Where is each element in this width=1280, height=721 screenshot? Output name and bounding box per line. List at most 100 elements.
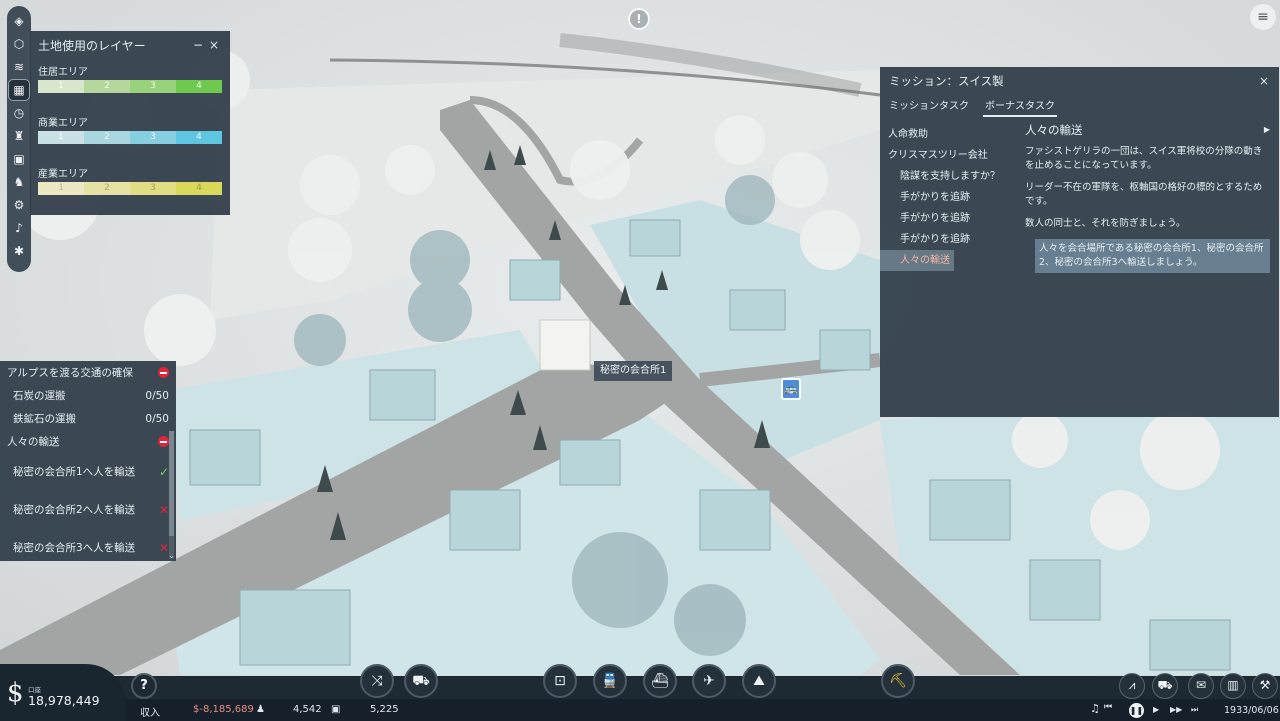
- notification-icon[interactable]: !: [628, 8, 650, 30]
- income-value[interactable]: $-8,185,689: [193, 704, 254, 715]
- task-item[interactable]: 人命救助: [888, 124, 1018, 145]
- layer-label: 産業エリア: [38, 169, 88, 180]
- objective-item[interactable]: 石炭の運搬 0/50: [0, 384, 176, 407]
- close-button[interactable]: ×: [206, 38, 222, 52]
- city-icon[interactable]: ▥: [1220, 673, 1246, 699]
- bus-stop-marker-icon[interactable]: 🚌: [781, 378, 801, 400]
- objective-progress: 0/50: [145, 389, 169, 402]
- messages-icon[interactable]: ✉: [1188, 673, 1214, 699]
- objective-label: 秘密の会合所3へ人を輸送: [13, 541, 136, 554]
- rewind-icon[interactable]: ⏮: [1104, 702, 1112, 712]
- objective-item[interactable]: 鉄鉱石の運搬 0/50: [0, 407, 176, 430]
- vehicle-route-icon[interactable]: ⛟: [404, 664, 438, 698]
- task-item[interactable]: 陰謀を支持しますか？: [888, 166, 1018, 187]
- population-icon[interactable]: ♜: [9, 126, 29, 146]
- routes-icon[interactable]: ⤨: [360, 664, 394, 698]
- mission-title: ミッション：スイス製: [889, 74, 1004, 88]
- detail-paragraph: リーダー不在の軍隊を、枢軸国の格好の標的とするためです。: [1025, 182, 1263, 207]
- waves-icon[interactable]: ≋: [9, 57, 29, 77]
- layers-icon[interactable]: ◈: [9, 11, 29, 31]
- minimize-button[interactable]: −: [190, 38, 206, 52]
- industrial-layer: 産業エリア 1 2 3 4: [38, 165, 222, 195]
- warning-icon: [158, 436, 169, 447]
- mission-tabs: ミッションタスク ボーナスタスク: [880, 89, 1279, 117]
- objectives-panel: アルプスを渡る交通の確保 石炭の運搬 0/50 鉄鉱石の運搬 0/50 人々の輸…: [0, 361, 176, 561]
- cargo-box-icon[interactable]: ▣: [9, 149, 29, 169]
- detail-paragraph: ファシストゲリラの一団は、スイス軍将校の分隊の動きを止めることになっています。: [1025, 146, 1263, 171]
- balance-display[interactable]: $ 口座 18,978,449: [0, 664, 126, 721]
- level-2: 2: [84, 80, 130, 93]
- left-toolbar: ◈ ⬡ ≋ ▦ ◷ ♜ ▣ ♞ ⚙ ♪ ✱: [7, 6, 31, 272]
- level-2: 2: [84, 182, 130, 195]
- scroll-down-icon[interactable]: ⌄: [168, 551, 175, 560]
- task-list: 人命救助 クリスマスツリー会社 陰謀を支持しますか？ 手がかりを追跡 手がかりを…: [880, 124, 1018, 271]
- fastest-icon[interactable]: ⏭: [1191, 705, 1198, 715]
- scroll-thumb[interactable]: [169, 431, 174, 536]
- task-item[interactable]: クリスマスツリー会社: [888, 145, 1018, 166]
- layer-label: 住居エリア: [38, 67, 88, 78]
- objective-group-title: 人々の輸送: [7, 436, 60, 448]
- tab-mission-tasks[interactable]: ミッションタスク: [889, 97, 969, 117]
- check-icon: ✓: [158, 464, 169, 479]
- objectives-scrollbar[interactable]: [169, 431, 174, 559]
- train-icon[interactable]: 🚆: [593, 664, 627, 698]
- objective-progress: 0/50: [145, 412, 169, 425]
- play-icon[interactable]: ▶: [1153, 705, 1159, 714]
- objective-label: 鉄鉱石の運搬: [13, 413, 76, 425]
- bulldozer-icon[interactable]: ⛏: [881, 664, 915, 698]
- help-button[interactable]: ?: [131, 673, 157, 699]
- level-4: 4: [176, 80, 222, 93]
- land-use-layer-panel: 土地使用のレイヤー − × 住居エリア 1 2 3 4 商業エリア 1 2 3 …: [30, 31, 230, 215]
- terrain-icon[interactable]: ⛰: [742, 664, 776, 698]
- detail-title: 人々の輸送: [1025, 123, 1083, 137]
- task-item[interactable]: 手がかりを追跡: [888, 187, 1018, 208]
- vehicles-list-icon[interactable]: ⛟: [1152, 673, 1178, 699]
- mission-panel: ミッション：スイス製 × ミッションタスク ボーナスタスク 人命救助 クリスマス…: [880, 67, 1279, 417]
- cargo-icon: ▣: [331, 704, 341, 715]
- cross-icon: ✕: [158, 502, 169, 517]
- task-item[interactable]: 手がかりを追跡: [888, 208, 1018, 229]
- detail-paragraph: 数人の同士と、それを防ぎましょう。: [1025, 218, 1186, 229]
- production-icon[interactable]: ⚙: [9, 195, 29, 215]
- clock-icon[interactable]: ◷: [9, 103, 29, 123]
- layer-level-bar: 1 2 3 4: [38, 131, 222, 144]
- level-2: 2: [84, 131, 130, 144]
- objective-label: 石炭の運搬: [13, 390, 66, 402]
- cargo-value[interactable]: 5,225: [370, 704, 399, 715]
- main-menu-button[interactable]: ≡: [1250, 4, 1276, 30]
- objective-item[interactable]: 秘密の会合所3へ人を輸送 ✕: [0, 529, 176, 561]
- warning-icon: [158, 367, 169, 378]
- fast-forward-icon[interactable]: ▶▶: [1170, 705, 1182, 714]
- population-value[interactable]: 4,542: [293, 704, 322, 715]
- task-item-selected[interactable]: 人々の輸送: [880, 250, 954, 271]
- objective-group[interactable]: 人々の輸送: [0, 430, 176, 453]
- audio-icon[interactable]: ♪: [9, 218, 29, 238]
- level-3: 3: [130, 80, 176, 93]
- expand-icon[interactable]: ▶: [1264, 123, 1270, 137]
- layer-label: 商業エリア: [38, 118, 88, 129]
- layer-level-bar: 1 2 3 4: [38, 80, 222, 93]
- close-button[interactable]: ×: [1259, 69, 1279, 88]
- vehicles-icon[interactable]: ♞: [9, 172, 29, 192]
- airplane-icon[interactable]: ✈: [692, 664, 726, 698]
- land-use-icon[interactable]: ⬡: [9, 34, 29, 54]
- dollar-icon: $: [7, 678, 24, 708]
- objective-item[interactable]: 秘密の会合所2へ人を輸送 ✕: [0, 491, 176, 529]
- task-item[interactable]: 手がかりを追跡: [888, 229, 1018, 250]
- settings-icon[interactable]: ✱: [9, 241, 29, 261]
- population-icon: ♟: [256, 704, 265, 715]
- ship-icon[interactable]: ⛴: [643, 664, 677, 698]
- terrain-tool-icon[interactable]: ⩘: [1119, 673, 1145, 699]
- objective-group[interactable]: アルプスを渡る交通の確保: [0, 361, 176, 384]
- detail-objective: 人々を会合場所である秘密の会合所1、秘密の会合所2、秘密の会合所3へ輸送しましょ…: [1035, 239, 1270, 273]
- rail-icon[interactable]: ⊡: [543, 664, 577, 698]
- tab-bonus-tasks[interactable]: ボーナスタスク: [983, 97, 1057, 117]
- balance-value: 18,978,449: [28, 693, 100, 708]
- music-icon[interactable]: ♫: [1090, 702, 1100, 715]
- objective-item[interactable]: 秘密の会合所1へ人を輸送 ✓: [0, 453, 176, 491]
- meeting-point-label[interactable]: 秘密の会合所1: [594, 361, 673, 381]
- objective-label: 秘密の会合所1へ人を輸送: [13, 465, 136, 478]
- pause-button[interactable]: ❚❚: [1129, 703, 1144, 718]
- industry-icon[interactable]: ⚒: [1252, 673, 1278, 699]
- map-overlay-icon[interactable]: ▦: [8, 78, 30, 101]
